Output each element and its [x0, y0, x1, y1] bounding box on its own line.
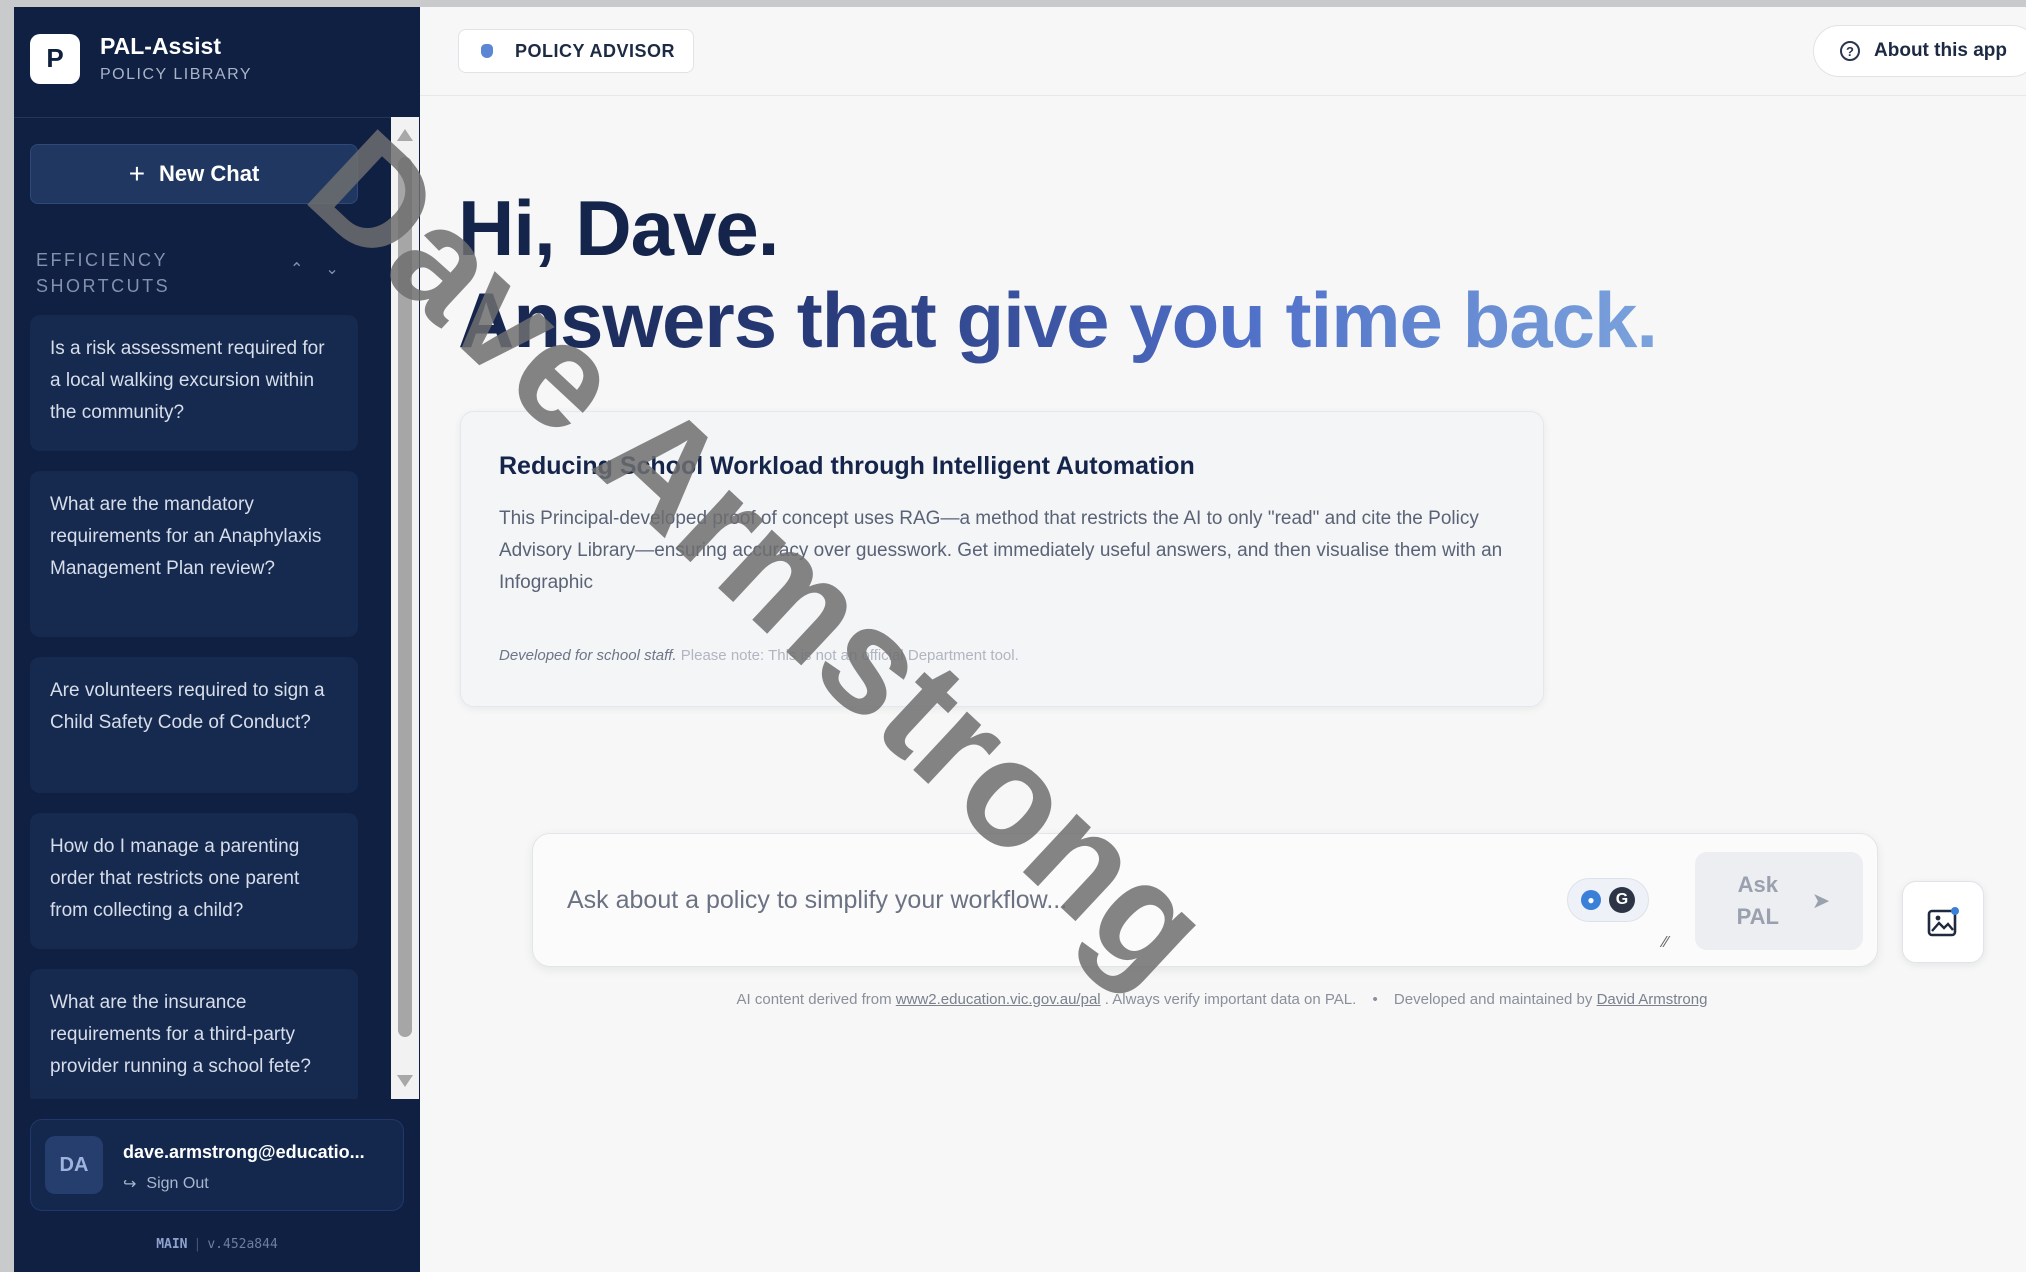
infographic-button[interactable]	[1902, 881, 1984, 963]
main-panel: POLICY ADVISOR ? About this app Hi, Dave…	[420, 7, 2026, 1272]
sign-out-icon: ↪	[123, 1176, 137, 1193]
brand[interactable]: P PAL-Assist POLICY LIBRARY	[30, 33, 252, 84]
plus-icon: +	[128, 158, 146, 189]
version-branch: MAIN	[156, 1237, 188, 1252]
sign-out-label: Sign Out	[146, 1175, 209, 1192]
footer-prefix: AI content derived from	[736, 991, 892, 1008]
version-separator: |	[193, 1237, 202, 1252]
resize-handle-icon[interactable]: ∕∕	[1663, 934, 1668, 952]
pal-link[interactable]: www2.education.vic.gov.au/pal	[896, 991, 1101, 1008]
sidebar-divider	[14, 117, 420, 118]
info-card-title: Reducing School Workload through Intelli…	[499, 452, 1195, 480]
lightbulb-icon[interactable]: ●	[1581, 890, 1601, 910]
new-chat-label: New Chat	[159, 161, 260, 186]
info-card: Reducing School Workload through Intelli…	[460, 411, 1544, 707]
footer-dev-prefix: Developed and maintained by	[1393, 991, 1593, 1008]
brand-logo: P	[30, 33, 80, 84]
send-icon: ➤	[1811, 888, 1831, 913]
developer-link[interactable]: David Armstrong	[1597, 991, 1708, 1008]
about-app-button[interactable]: ? About this app	[1813, 25, 2026, 77]
app-window: P PAL-Assist POLICY LIBRARY + New Chat E…	[14, 7, 2026, 1272]
info-card-audience: Developed for school staff.	[499, 647, 677, 664]
info-card-note: Please note: This is not an official Dep…	[680, 647, 1019, 664]
input-tools[interactable]: ● G	[1567, 878, 1649, 922]
info-card-body: This Principal-developed proof of concep…	[499, 508, 1503, 593]
chevron-up-icon[interactable]: ⌃	[290, 259, 303, 279]
brand-name: PAL-Assist	[100, 33, 221, 59]
scroll-up-arrow[interactable]	[397, 129, 413, 141]
grammarly-icon[interactable]: G	[1609, 887, 1635, 913]
version-info: MAIN | v.452a844	[14, 1237, 420, 1252]
footer-dot: •	[1372, 991, 1378, 1008]
ask-pal-label: Ask PAL	[1736, 872, 1779, 929]
scroll-thumb[interactable]	[398, 157, 412, 1037]
brand-subtitle: POLICY LIBRARY	[100, 66, 253, 83]
sidebar-scrollbar[interactable]	[391, 117, 419, 1099]
chat-input[interactable]	[565, 876, 1549, 924]
user-card: DA dave.armstrong@educatio... ↪ Sign Out	[30, 1119, 404, 1211]
avatar: DA	[45, 1136, 103, 1194]
help-circle-icon: ?	[1840, 41, 1861, 61]
info-card-footer: Developed for school staff. Please note:…	[499, 647, 1505, 664]
shortcut-item[interactable]: What are the insurance requirements for …	[30, 969, 358, 1099]
shield-icon	[481, 44, 493, 58]
chat-composer: ● G ∕∕ Ask PAL ➤	[532, 833, 1878, 967]
greeting: Hi, Dave.	[458, 184, 779, 272]
shortcut-item[interactable]: Is a risk assessment required for a loca…	[30, 315, 358, 451]
about-label: About this app	[1874, 40, 2007, 61]
version-hash: v.452a844	[207, 1237, 278, 1252]
top-bar: POLICY ADVISOR ? About this app	[420, 7, 2026, 96]
shortcut-item[interactable]: What are the mandatory requirements for …	[30, 471, 358, 637]
image-icon	[1927, 907, 1959, 937]
sign-out-button[interactable]: ↪ Sign Out	[123, 1174, 209, 1194]
shortcut-list: Is a risk assessment required for a loca…	[30, 315, 360, 1099]
chevron-down-icon[interactable]: ⌄	[325, 259, 338, 279]
mode-label: POLICY ADVISOR	[515, 40, 676, 61]
footer-disclaimer: AI content derived from www2.education.v…	[420, 991, 2024, 1008]
shortcuts-controls: ⌃ ⌄	[290, 259, 339, 279]
shortcut-item[interactable]: Are volunteers required to sign a Child …	[30, 657, 358, 793]
shortcuts-title: EFFICIENCY SHORTCUTS	[36, 250, 171, 296]
ask-pal-button[interactable]: Ask PAL ➤	[1695, 852, 1863, 950]
new-chat-button[interactable]: + New Chat	[30, 144, 358, 204]
mode-badge[interactable]: POLICY ADVISOR	[458, 29, 695, 73]
shortcut-item[interactable]: How do I manage a parenting order that r…	[30, 813, 358, 949]
user-email: dave.armstrong@educatio...	[123, 1142, 365, 1162]
scroll-down-arrow[interactable]	[397, 1075, 413, 1087]
tagline: Answers that give you time back.	[458, 276, 1658, 364]
footer-middle: . Always verify important data on PAL.	[1104, 991, 1357, 1008]
sidebar: P PAL-Assist POLICY LIBRARY + New Chat E…	[14, 7, 420, 1272]
